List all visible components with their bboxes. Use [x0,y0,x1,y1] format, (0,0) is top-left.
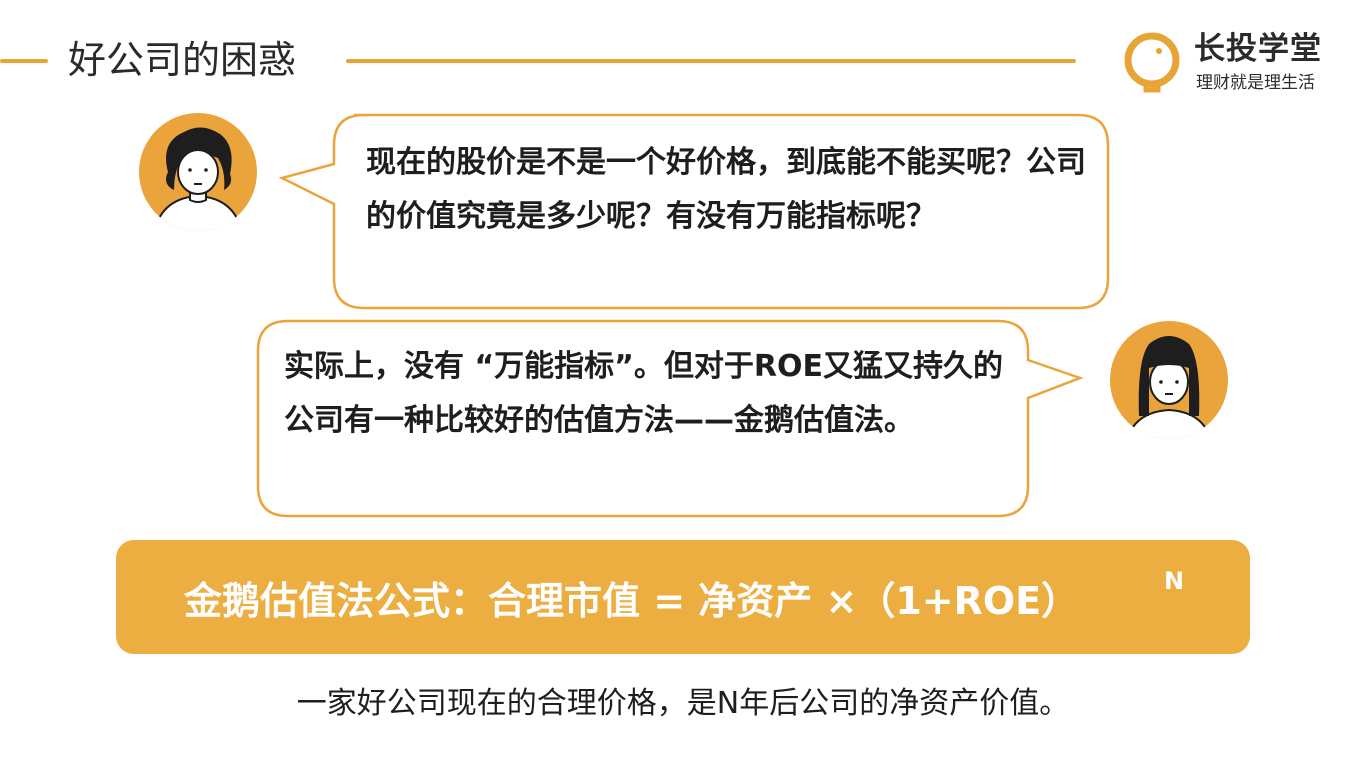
answer-text: 实际上，没有 “万能指标”。但对于ROE又猛又持久的公司有一种比较好的估值方法—… [284,349,1003,438]
avatar-questioner [139,113,257,231]
caption-text: 一家好公司现在的合理价格，是N年后公司的净资产价值。 [296,686,1070,721]
logo-slogan: 理财就是理生活 [1196,73,1315,93]
header-rule-left [0,59,48,63]
avatar-answerer [1110,321,1228,439]
formula-exponent: N [1164,567,1185,595]
header-rule-right [346,59,1076,63]
lightbulb-icon [1124,32,1180,93]
formula-text: 金鹅估值法公式：合理市值 = 净资产 ×（1+ROE） [184,579,1080,623]
logo-name: 长投学堂 [1194,31,1322,67]
brand-logo: 长投学堂 理财就是理生活 [1120,28,1340,98]
question-text: 现在的股价是不是一个好价格，到底能不能买呢？公司的价值究竟是多少呢？有没有万能指… [366,145,1086,234]
page-title: 好公司的困惑 [68,38,297,82]
